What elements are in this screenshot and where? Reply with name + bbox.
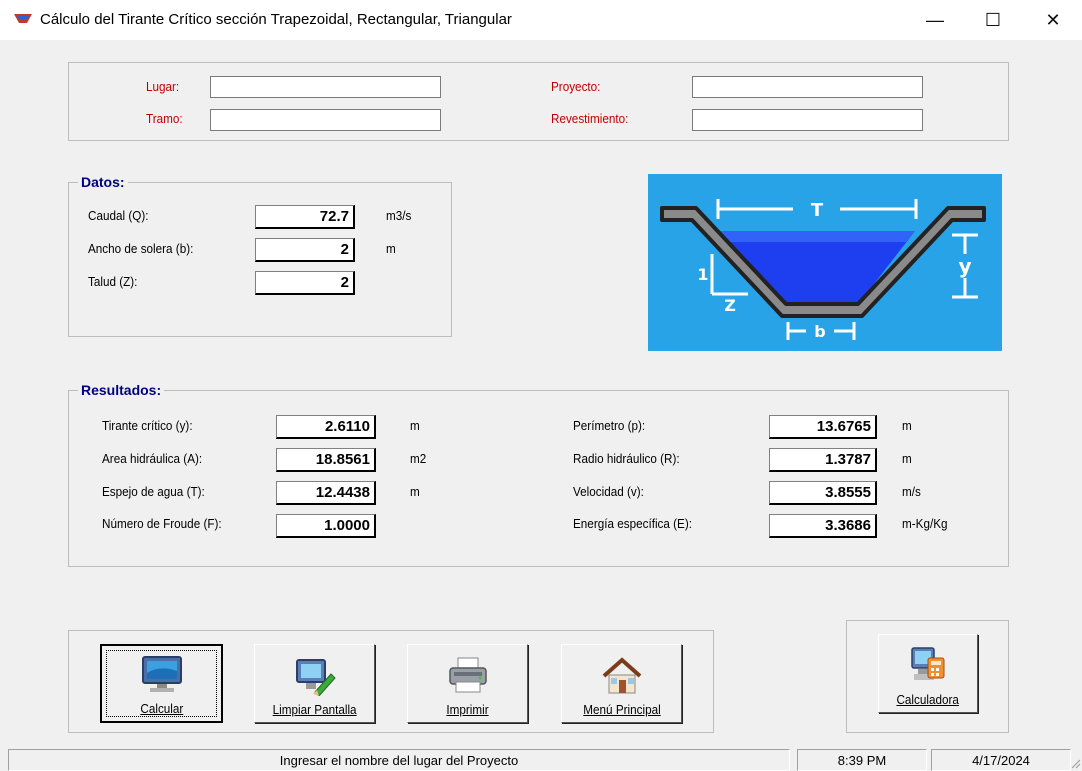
perimetro-label: Perímetro (p):	[573, 418, 646, 433]
maximize-button[interactable]: ☐	[970, 0, 1016, 40]
area-output: 18.8561	[276, 448, 376, 472]
status-message: Ingresar el nombre del lugar del Proyect…	[8, 749, 790, 771]
energia-unit: m-Kg/Kg	[902, 516, 948, 531]
perimetro-unit: m	[902, 418, 912, 433]
tirante-unit: m	[410, 418, 420, 433]
lugar-input[interactable]	[210, 76, 441, 98]
area-unit: m2	[410, 451, 427, 466]
velocidad-output: 3.8555	[769, 481, 877, 505]
diagram-label-T: T	[811, 200, 824, 221]
energia-label: Energía específica (E):	[573, 516, 693, 531]
home-icon	[602, 657, 641, 694]
ancho-input[interactable]: 2	[255, 238, 355, 262]
calculator-icon	[911, 647, 945, 680]
status-time: 8:39 PM	[797, 749, 927, 771]
datos-legend: Datos:	[78, 174, 128, 190]
tirante-label: Tirante crítico (y):	[102, 418, 193, 433]
printer-icon	[448, 657, 487, 693]
area-label: Area hidráulica (A):	[102, 451, 203, 466]
imprimir-button[interactable]: Imprimir	[407, 644, 528, 723]
menu-principal-button-label: Menú Principal	[582, 702, 661, 717]
caudal-label: Caudal (Q):	[88, 208, 149, 223]
minimize-button[interactable]: —	[912, 0, 958, 40]
limpiar-pantalla-button-label: Limpiar Pantalla	[272, 702, 357, 717]
espejo-label: Espejo de agua (T):	[102, 484, 205, 499]
monitor-icon	[141, 656, 182, 692]
diagram-label-1: 1	[697, 265, 708, 284]
velocidad-unit: m/s	[902, 484, 921, 499]
froude-label: Número de Froude (F):	[102, 516, 222, 531]
lugar-label: Lugar:	[146, 79, 180, 94]
proyecto-label: Proyecto:	[551, 79, 601, 94]
talud-label: Talud (Z):	[88, 274, 138, 289]
velocidad-label: Velocidad (v):	[573, 484, 644, 499]
diagram-label-b: b	[814, 322, 825, 341]
froude-output: 1.0000	[276, 514, 376, 538]
diagram-label-y: y	[958, 254, 971, 278]
status-date: 4/17/2024	[931, 749, 1071, 771]
water-surface	[716, 231, 915, 242]
diagram-label-z: Z	[724, 296, 736, 315]
menu-principal-button[interactable]: Menú Principal	[561, 644, 682, 723]
calculadora-button[interactable]: Calculadora	[878, 634, 978, 713]
ancho-label: Ancho de solera (b):	[88, 241, 194, 256]
proyecto-input[interactable]	[692, 76, 923, 98]
trapezoid-section-graphic: T y 1 Z b	[648, 174, 1002, 351]
caudal-unit: m3/s	[386, 208, 412, 223]
espejo-output: 12.4438	[276, 481, 376, 505]
espejo-unit: m	[410, 484, 420, 499]
perimetro-output: 13.6765	[769, 415, 877, 439]
calcular-button[interactable]: Calcular	[100, 644, 223, 723]
close-button[interactable]: ✕	[1030, 0, 1076, 40]
calculadora-button-label: Calculadora	[896, 692, 960, 707]
clear-screen-icon	[295, 659, 336, 696]
tramo-input[interactable]	[210, 109, 441, 131]
window-title: Cálculo del Tirante Crítico sección Trap…	[40, 11, 512, 28]
app-icon	[14, 14, 32, 23]
talud-input[interactable]: 2	[255, 271, 355, 295]
imprimir-button-label: Imprimir	[446, 702, 489, 717]
resize-grip-icon[interactable]	[1070, 758, 1081, 769]
radio-output: 1.3787	[769, 448, 877, 472]
ancho-unit: m	[386, 241, 396, 256]
radio-label: Radio hidráulico (R):	[573, 451, 680, 466]
calcular-button-label: Calcular	[140, 701, 183, 716]
channel-diagram: T y 1 Z b	[648, 174, 1002, 351]
revestimiento-input[interactable]	[692, 109, 923, 131]
energia-output: 3.3686	[769, 514, 877, 538]
limpiar-pantalla-button[interactable]: Limpiar Pantalla	[254, 644, 375, 723]
tirante-output: 2.6110	[276, 415, 376, 439]
tramo-label: Tramo:	[146, 111, 183, 126]
radio-unit: m	[902, 451, 912, 466]
caudal-input[interactable]: 72.7	[255, 205, 355, 229]
resultados-legend: Resultados:	[78, 382, 165, 398]
revestimiento-label: Revestimiento:	[551, 111, 629, 126]
